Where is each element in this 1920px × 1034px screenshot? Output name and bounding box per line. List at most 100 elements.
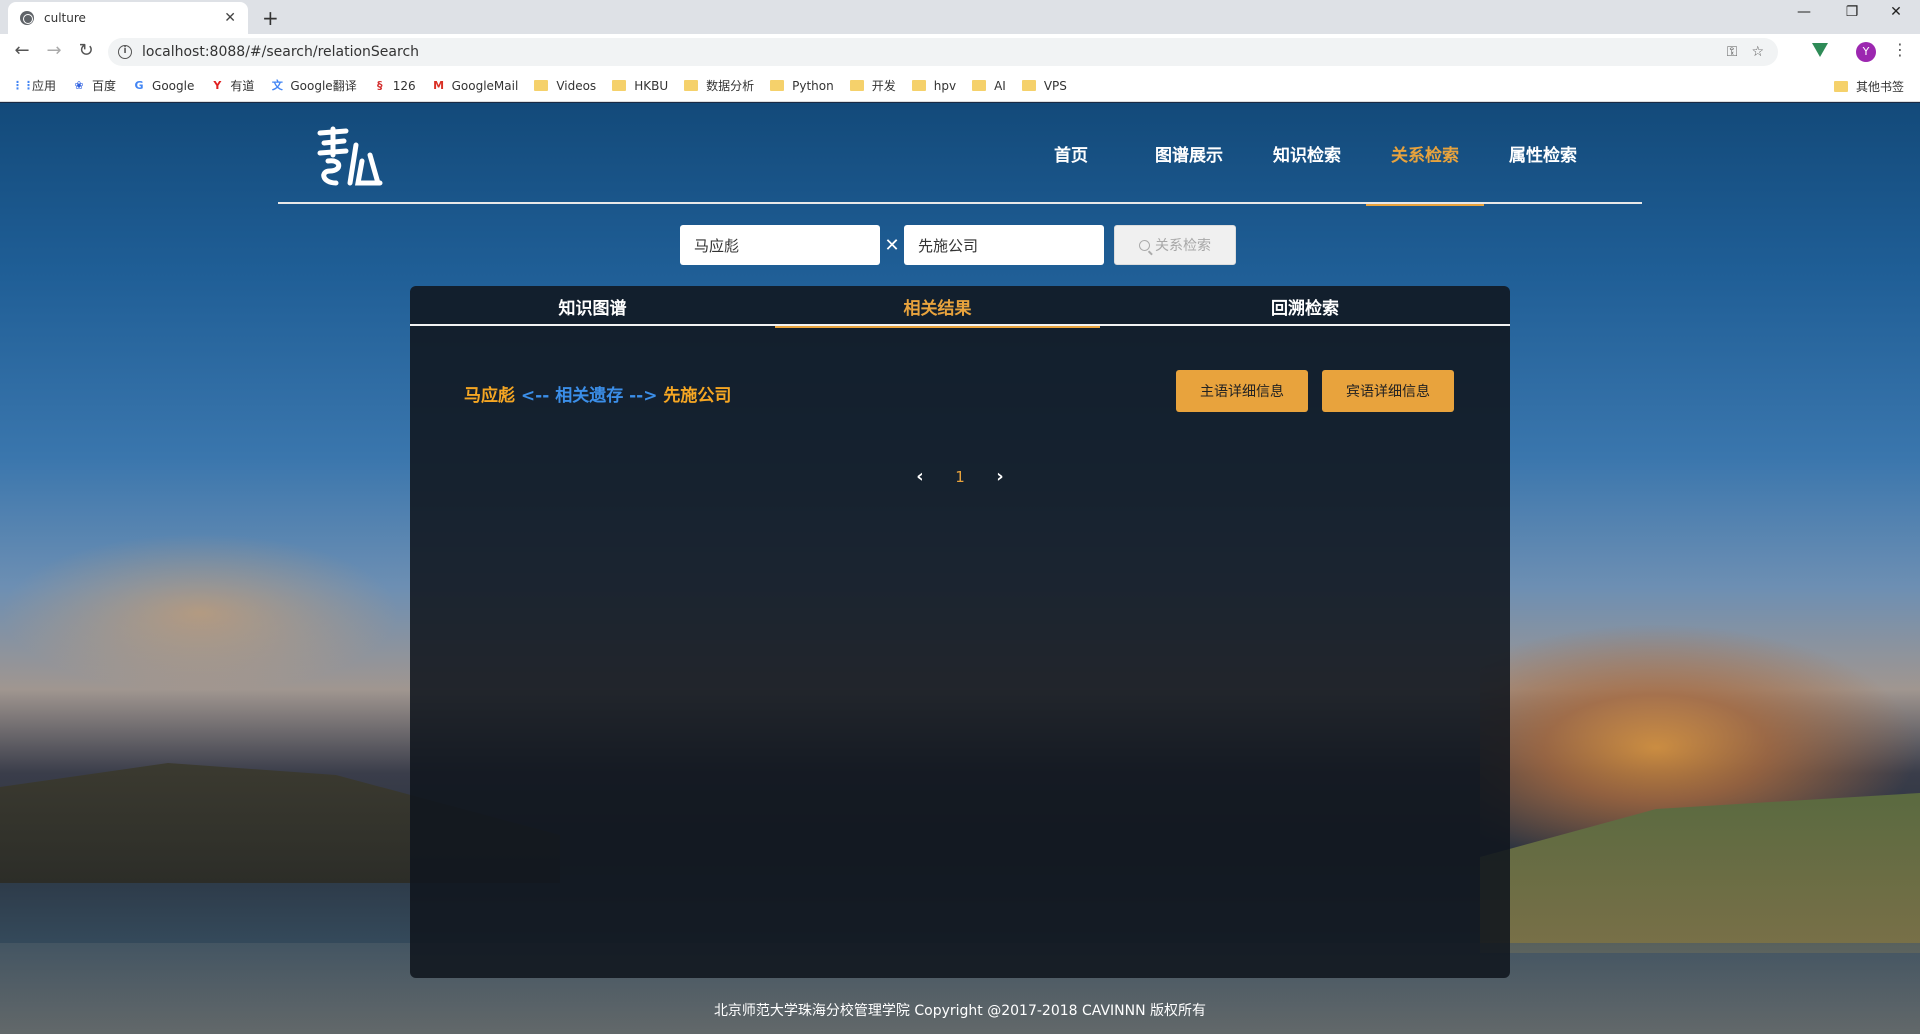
relation-search-button-label: 关系检索 — [1155, 238, 1211, 254]
bookmark-star-icon[interactable]: ☆ — [1751, 44, 1764, 60]
folder-icon — [534, 80, 549, 91]
object-detail-button[interactable]: 宾语详细信息 — [1322, 370, 1454, 412]
next-page-icon[interactable]: › — [990, 466, 1010, 487]
address-bar[interactable]: i localhost:8088/#/search/relationSearch… — [108, 38, 1778, 66]
bookmark-label: 数据分析 — [706, 79, 755, 93]
bookmark-label: Google翻译 — [290, 79, 357, 93]
tab-close-icon[interactable]: ✕ — [224, 10, 236, 26]
bookmark-item[interactable]: 数据分析 — [684, 77, 754, 94]
bookmark-item[interactable]: VPS — [1021, 78, 1067, 93]
close-window-button[interactable]: ✕ — [1876, 4, 1916, 20]
new-tab-button[interactable]: + — [262, 6, 279, 30]
nav-home[interactable]: 首页 — [1012, 103, 1130, 204]
folder-icon — [972, 80, 987, 91]
bookmark-label: GoogleMail — [451, 78, 519, 93]
globe-icon — [20, 11, 34, 25]
site-header: 首页 图谱展示 知识检索 关系检索 属性检索 — [278, 103, 1642, 206]
relation-search-form: ✕ 关系检索 — [680, 225, 1236, 265]
results-tabs: 知识图谱 相关结果 回溯检索 — [410, 286, 1510, 328]
folder-icon — [684, 80, 699, 91]
bookmark-item[interactable]: AI — [972, 79, 1006, 93]
translate-icon: 文 — [271, 78, 283, 92]
tab-backtrack-search[interactable]: 回溯检索 — [1100, 286, 1510, 326]
apps-grid-icon: ⋮⋮ — [12, 78, 34, 92]
relation-search-button[interactable]: 关系检索 — [1114, 225, 1236, 265]
tab-knowledge-graph[interactable]: 知识图谱 — [410, 286, 775, 326]
reload-button[interactable]: ↻ — [74, 40, 98, 61]
menu-kebab-icon[interactable]: ⋮ — [1892, 40, 1908, 59]
relation-arrow-right: --> — [629, 386, 658, 406]
forward-button[interactable]: → — [42, 40, 66, 61]
minimize-button[interactable]: — — [1784, 4, 1824, 20]
other-bookmarks-label: 其他书签 — [1855, 80, 1904, 94]
nav-attribute-search[interactable]: 属性检索 — [1484, 103, 1602, 204]
bookmark-label: 有道 — [230, 79, 255, 93]
bookmark-item[interactable]: HKBU — [612, 79, 668, 93]
youdao-icon: Y — [213, 78, 222, 92]
netease-126-icon: § — [376, 78, 383, 92]
bookmark-item[interactable]: Y 有道 — [210, 77, 254, 94]
bookmark-item[interactable]: § 126 — [373, 79, 416, 93]
bookmark-item[interactable]: M GoogleMail — [432, 78, 519, 93]
bookmark-item[interactable]: G Google — [132, 78, 195, 93]
site-nav: 首页 图谱展示 知识检索 关系检索 属性检索 — [1012, 103, 1602, 206]
bookmark-label: 开发 — [871, 79, 896, 93]
profile-avatar[interactable]: Y — [1856, 42, 1876, 62]
restore-button[interactable]: ❐ — [1832, 4, 1872, 20]
subject-entity: 马应彪 — [464, 386, 515, 406]
page-background: 首页 图谱展示 知识检索 关系检索 属性检索 ✕ 关系检索 知识图谱 相关结果 … — [0, 103, 1920, 1034]
bookmark-item[interactable]: Python — [770, 79, 834, 93]
bookmark-item[interactable]: 开发 — [849, 77, 896, 94]
bookmark-label: 126 — [392, 78, 416, 93]
relation-label: 相关遗存 — [555, 386, 624, 406]
site-footer: 北京师范大学珠海分校管理学院 Copyright @2017-2018 CAVI… — [713, 1003, 1207, 1019]
folder-icon — [770, 80, 785, 91]
results-panel: 知识图谱 相关结果 回溯检索 马应彪 <-- 相关遗存 --> 先施公司 主语详… — [410, 286, 1510, 978]
times-icon: ✕ — [884, 234, 900, 256]
url-text[interactable]: localhost:8088/#/search/relationSearch — [142, 44, 1727, 60]
bookmark-label: VPS — [1043, 78, 1067, 93]
browser-tabstrip: culture ✕ + — ❐ ✕ — [0, 0, 1920, 34]
bookmark-label: Videos — [556, 78, 597, 93]
tab-related-results[interactable]: 相关结果 — [775, 286, 1100, 328]
bookmark-label: AI — [994, 78, 1006, 93]
bookmark-item[interactable]: ⋮⋮ 应用 — [12, 77, 56, 94]
object-entity: 先施公司 — [663, 386, 732, 406]
bookmark-label: 应用 — [32, 79, 57, 93]
folder-icon — [1833, 81, 1848, 92]
folder-icon — [849, 80, 864, 91]
baidu-paw-icon: ❀ — [74, 78, 84, 92]
relation-arrow-left: <-- — [520, 386, 550, 406]
info-icon[interactable]: i — [118, 45, 132, 59]
browser-tab[interactable]: culture ✕ — [8, 2, 248, 34]
entity-a-input[interactable] — [680, 225, 880, 265]
nav-relation-search[interactable]: 关系检索 — [1366, 103, 1484, 206]
tab-title: culture — [44, 11, 86, 25]
site-logo[interactable] — [314, 125, 384, 195]
bookmark-item[interactable]: 文 Google翻译 — [270, 77, 357, 94]
back-button[interactable]: ← — [10, 40, 34, 61]
relation-result: 马应彪 <-- 相关遗存 --> 先施公司 — [464, 381, 731, 406]
other-bookmarks[interactable]: 其他书签 — [1833, 78, 1904, 95]
google-g-icon: G — [134, 78, 144, 92]
nav-knowledge-search[interactable]: 知识检索 — [1248, 103, 1366, 204]
nav-graph-display[interactable]: 图谱展示 — [1130, 103, 1248, 204]
subject-detail-button[interactable]: 主语详细信息 — [1176, 370, 1308, 412]
page-number[interactable]: 1 — [955, 468, 965, 486]
bookmark-label: 百度 — [92, 79, 117, 93]
entity-b-input[interactable] — [904, 225, 1104, 265]
bookmark-label: Python — [792, 78, 834, 93]
bookmark-label: HKBU — [634, 78, 669, 93]
key-icon[interactable]: ⚿ — [1727, 44, 1738, 60]
browser-toolbar: ← → ↻ i localhost:8088/#/search/relation… — [0, 34, 1920, 70]
bookmark-item[interactable]: hpv — [911, 79, 956, 93]
vue-devtools-icon[interactable] — [1812, 43, 1828, 57]
gmail-icon: M — [433, 78, 445, 92]
prev-page-icon[interactable]: ‹ — [910, 466, 930, 487]
bookmark-item[interactable]: ❀ 百度 — [72, 77, 116, 94]
pagination: ‹ 1 › — [910, 466, 1010, 487]
bookmark-item[interactable]: Videos — [534, 79, 596, 93]
bookmarks-bar: ⋮⋮ 应用 ❀ 百度 G Google Y 有道 文 Google翻译 § 126 M GoogleMai… — [0, 70, 1920, 102]
folder-icon — [911, 80, 926, 91]
folder-icon — [612, 80, 627, 91]
